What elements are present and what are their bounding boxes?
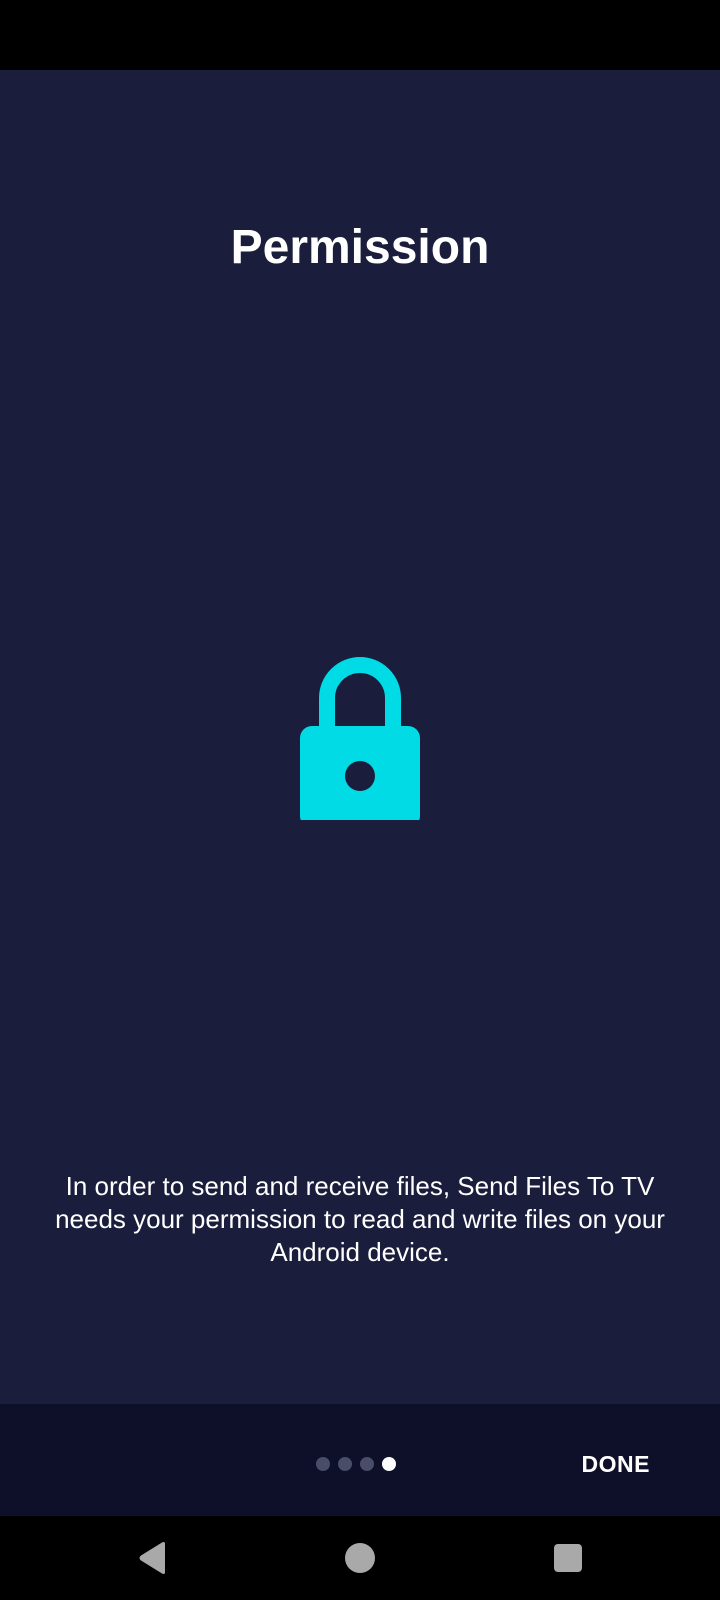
onboarding-slide: Permission In order to send and receive …	[0, 70, 720, 1404]
lock-icon	[290, 650, 430, 828]
page-dot-3	[360, 1457, 374, 1471]
back-triangle-icon[interactable]	[133, 1538, 173, 1578]
system-navigation-bar	[0, 1516, 720, 1600]
page-dot-4-active	[382, 1457, 396, 1471]
page-dot-1	[316, 1457, 330, 1471]
page-dot-2	[338, 1457, 352, 1471]
page-title: Permission	[230, 221, 490, 274]
recents-square-icon[interactable]	[548, 1538, 588, 1578]
page-indicator	[316, 1457, 396, 1471]
status-bar	[0, 0, 720, 70]
onboarding-bottom-bar: DONE	[0, 1404, 720, 1516]
permission-description: In order to send and receive files, Send…	[55, 1171, 665, 1267]
done-button[interactable]: DONE	[582, 1446, 650, 1482]
home-circle-icon[interactable]	[340, 1538, 380, 1578]
